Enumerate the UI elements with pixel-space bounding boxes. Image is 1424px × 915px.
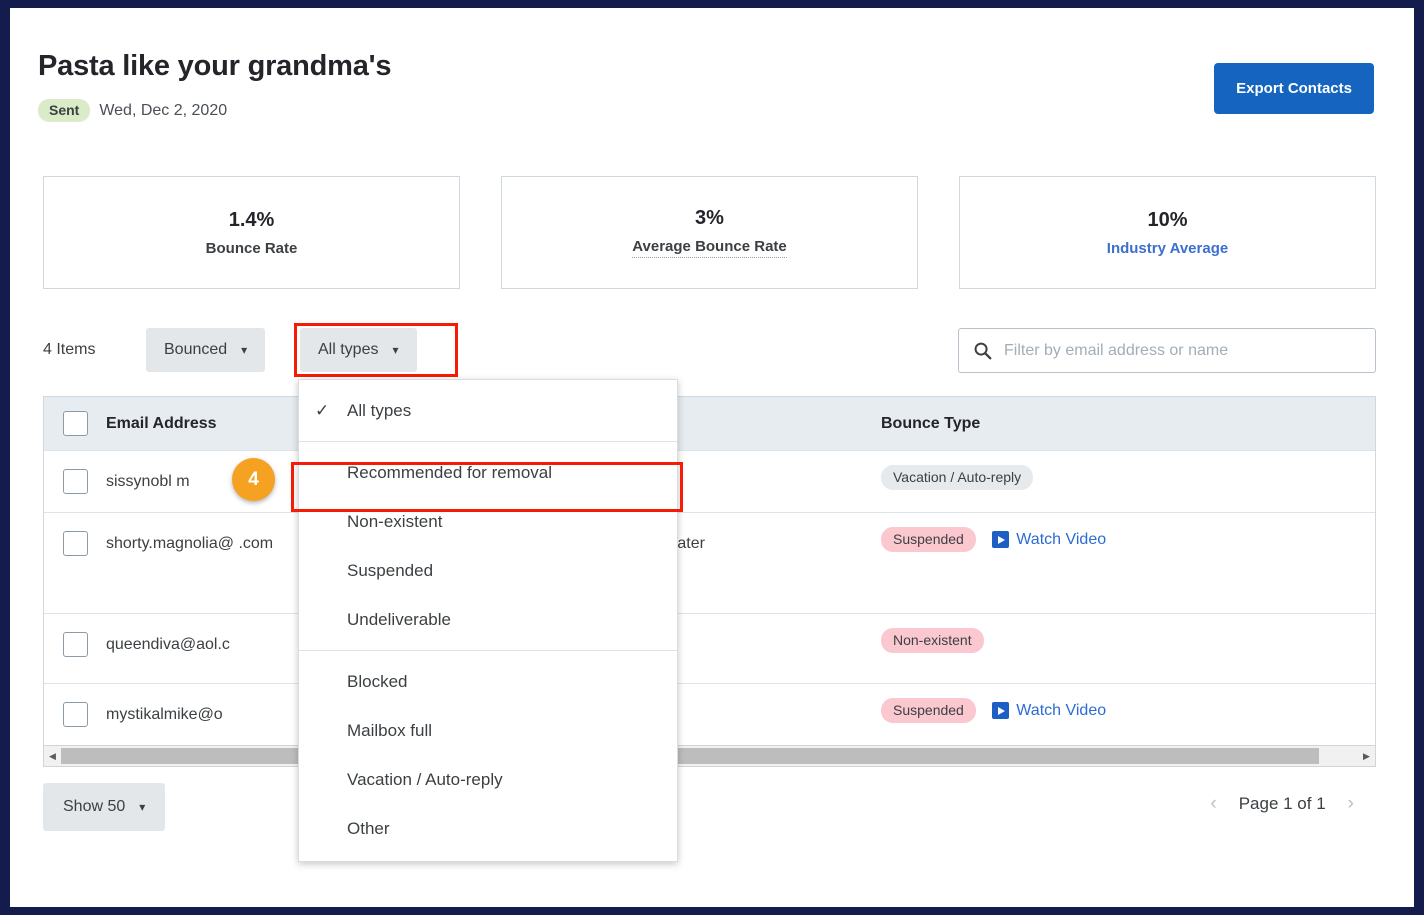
stats-row: 1.4% Bounce Rate 3% Average Bounce Rate … (43, 176, 1376, 289)
stat-label-tooltip[interactable]: Average Bounce Rate (632, 238, 787, 258)
menu-divider (299, 441, 677, 442)
bounce-type-badge: Suspended (881, 698, 976, 723)
column-header-email: Email Address (106, 414, 217, 432)
menu-item-vacation-auto-reply[interactable]: Vacation / Auto-reply (299, 755, 677, 804)
items-count: 4 Items (43, 341, 96, 358)
table-header-row: Email Address Last Name Bounce Type (44, 397, 1375, 451)
watch-video-label: Watch Video (1016, 701, 1107, 719)
chevron-down-icon: ▾ (241, 343, 248, 357)
stat-label: Bounce Rate (205, 239, 298, 257)
menu-item-label: Other (347, 818, 390, 838)
row-checkbox[interactable] (62, 469, 88, 494)
prev-page-button[interactable]: ‹ (1210, 793, 1216, 815)
contacts-table: Email Address Last Name Bounce Type siss… (43, 396, 1376, 746)
status-filter-dropdown[interactable]: Bounced ▾ (146, 328, 266, 372)
type-filter-menu: ✓ All types Recommended for removal Non-… (298, 379, 678, 862)
search-icon (974, 342, 992, 360)
menu-item-blocked[interactable]: Blocked (299, 657, 677, 706)
table-footer: Show 50 ▾ ‹ Page 1 of 1 › (43, 783, 1376, 843)
page-indicator: Page 1 of 1 (1238, 794, 1326, 813)
app-page: Pasta like your grandma's Sent Wed, Dec … (10, 8, 1414, 907)
menu-item-mailbox-full[interactable]: Mailbox full (299, 706, 677, 755)
select-all-checkbox[interactable] (62, 411, 88, 436)
menu-item-label: All types (347, 400, 412, 420)
stat-card-average-bounce-rate: 3% Average Bounce Rate (501, 176, 918, 289)
pagination: ‹ Page 1 of 1 › (1210, 793, 1354, 815)
page-title: Pasta like your grandma's (38, 50, 392, 82)
table-row[interactable]: mystikalmike@o Tyler Suspended Watch Vid… (44, 684, 1375, 746)
page-size-label: Show 50 (63, 798, 126, 815)
cell-email: shorty.magnolia@ .com (106, 535, 274, 552)
search-input[interactable] (1004, 329, 1361, 372)
bounce-type-badge: Suspended (881, 527, 976, 552)
status-filter-label: Bounced (164, 341, 228, 358)
chevron-down-icon: ▾ (139, 800, 146, 814)
stat-value: 10% (1147, 208, 1188, 231)
menu-item-other[interactable]: Other (299, 804, 677, 853)
bounce-type-badge: Vacation / Auto-reply (881, 465, 1034, 490)
menu-item-label: Suspended (347, 560, 434, 580)
menu-item-label: Blocked (347, 671, 408, 691)
play-icon (992, 702, 1010, 719)
table-row[interactable]: queendiva@aol.c Ross Non-existent (44, 614, 1375, 684)
stat-value: 1.4% (228, 208, 275, 231)
row-checkbox[interactable] (62, 632, 88, 657)
menu-item-all-types[interactable]: ✓ All types (299, 386, 677, 435)
cell-email: queendiva@aol.c (106, 636, 230, 653)
search-box[interactable] (958, 328, 1376, 373)
industry-average-link[interactable]: Industry Average (1107, 240, 1228, 257)
cell-email: mystikalmike@o (106, 706, 223, 723)
menu-item-label: Non-existent (347, 511, 443, 531)
type-filter-dropdown[interactable]: All types ▾ (300, 328, 417, 372)
menu-item-suspended[interactable]: Suspended (299, 546, 677, 595)
watch-video-link[interactable]: Watch Video (992, 702, 1106, 720)
menu-item-undeliverable[interactable]: Undeliverable (299, 595, 677, 644)
chevron-down-icon: ▾ (392, 343, 399, 357)
type-filter-label: All types (318, 341, 379, 358)
row-checkbox[interactable] (62, 702, 88, 727)
menu-item-label: Recommended for removal (347, 462, 553, 482)
horizontal-scrollbar[interactable]: ◀ ▶ (43, 745, 1376, 767)
watch-video-link[interactable]: Watch Video (992, 531, 1106, 549)
campaign-meta: Sent Wed, Dec 2, 2020 (38, 99, 227, 122)
cell-email: sissynobl m (106, 473, 190, 490)
check-icon: ✓ (315, 400, 330, 420)
scroll-right-arrow-icon[interactable]: ▶ (1358, 751, 1375, 762)
row-checkbox[interactable] (62, 531, 88, 556)
stat-card-industry-average: 10% Industry Average (959, 176, 1376, 289)
scrollbar-thumb[interactable] (61, 748, 1320, 764)
stat-card-bounce-rate: 1.4% Bounce Rate (43, 176, 460, 289)
status-badge: Sent (38, 99, 91, 122)
sent-date: Wed, Dec 2, 2020 (99, 101, 228, 119)
watch-video-label: Watch Video (1016, 530, 1107, 548)
menu-item-non-existent[interactable]: Non-existent (299, 497, 677, 546)
menu-divider (299, 650, 677, 651)
menu-item-label: Vacation / Auto-reply (347, 769, 503, 789)
play-icon (992, 531, 1010, 548)
stat-value: 3% (695, 207, 724, 229)
next-page-button[interactable]: › (1348, 793, 1354, 815)
menu-item-recommended-for-removal[interactable]: Recommended for removal (299, 448, 677, 497)
scroll-left-arrow-icon[interactable]: ◀ (44, 751, 61, 762)
menu-item-label: Undeliverable (347, 609, 451, 629)
column-header-bounce-type: Bounce Type (881, 414, 981, 432)
menu-item-label: Mailbox full (347, 720, 433, 740)
filter-bar: 4 Items Bounced ▾ All types ▾ (43, 323, 1376, 377)
bounce-type-badge: Non-existent (881, 628, 984, 653)
scrollbar-track[interactable] (61, 746, 1358, 766)
export-contacts-button[interactable]: Export Contacts (1214, 63, 1374, 114)
page-size-dropdown[interactable]: Show 50 ▾ (43, 783, 166, 831)
table-row[interactable]: shorty.magnolia@ .com Lowe-Bridgewater S… (44, 513, 1375, 614)
step-number-badge: 4 (232, 458, 275, 501)
page-header: Pasta like your grandma's Sent Wed, Dec … (10, 8, 1414, 158)
